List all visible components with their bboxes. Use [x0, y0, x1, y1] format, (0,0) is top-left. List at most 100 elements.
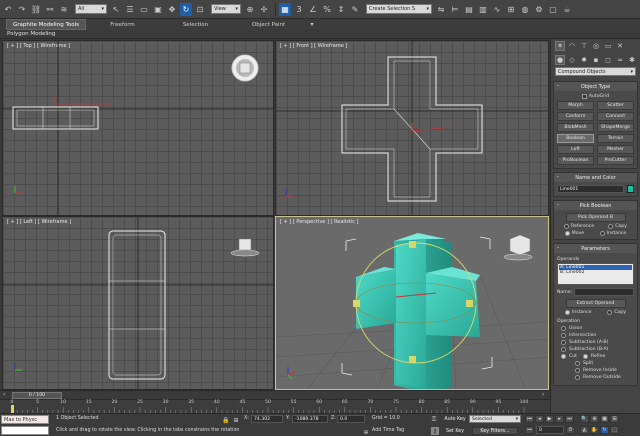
extract-instance-radio[interactable]: Instance: [564, 310, 591, 315]
extract-copy-radio[interactable]: Copy: [607, 310, 626, 315]
add-time-tag-icon[interactable]: ⊕: [362, 428, 370, 436]
time-slider[interactable]: ‹ 0 / 100 ›: [0, 390, 550, 399]
tab-freeform[interactable]: Freeform: [86, 19, 159, 30]
connect-button[interactable]: Connect: [597, 112, 634, 121]
cut-remove-inside-radio[interactable]: Remove Inside: [575, 368, 634, 373]
tab-selection[interactable]: Selection: [159, 19, 232, 30]
move-radio[interactable]: Move: [564, 231, 584, 236]
boolean-button[interactable]: Boolean: [557, 134, 594, 143]
helpers-icon[interactable]: ◻: [603, 55, 613, 65]
graphite-toggle-icon[interactable]: ▥: [477, 3, 489, 16]
object-name-input[interactable]: Line001: [557, 185, 624, 193]
set-key-icon[interactable]: ⚷: [431, 427, 439, 435]
previous-frame-icon[interactable]: ◂: [535, 415, 544, 423]
spinner-snap-icon[interactable]: ⇕: [335, 3, 347, 16]
viewport-perspective[interactable]: [ + ] [ Perspective ] [ Realistic ]: [275, 216, 549, 390]
pick-boolean-header[interactable]: - Pick Boolean: [554, 201, 637, 210]
proboolean-button[interactable]: ProBoolean: [557, 156, 594, 165]
loft-button[interactable]: Loft: [557, 145, 594, 154]
keyboard-shortcut-override-icon[interactable]: ▦: [279, 2, 291, 16]
operands-list[interactable]: A: Line001 B: Line002: [557, 263, 634, 285]
ribbon-polygon-modeling-label[interactable]: Polygon Modeling: [7, 31, 55, 37]
named-selection-set-select[interactable]: Create Selection S ▾: [366, 4, 432, 14]
material-editor-icon[interactable]: ◍: [519, 3, 531, 16]
set-key-button[interactable]: Set Key: [442, 427, 468, 435]
utilities-tab-icon[interactable]: ✕: [615, 41, 625, 51]
rendered-frame-window-icon[interactable]: ▢: [547, 3, 559, 16]
blobmesh-button[interactable]: BlobMesh: [557, 123, 594, 132]
z-coord-field[interactable]: 0.0: [337, 415, 365, 423]
maxscript-output-field[interactable]: [1, 426, 49, 435]
select-scale-icon[interactable]: ⊡: [194, 3, 206, 16]
unlink-icon[interactable]: ⚯: [44, 3, 56, 16]
select-rotate-icon[interactable]: ↻: [180, 2, 192, 16]
select-manipulate-icon[interactable]: ✢: [258, 3, 270, 16]
layer-manager-icon[interactable]: ▤: [463, 3, 475, 16]
ribbon-options-icon[interactable]: ▾: [305, 19, 319, 30]
y-coord-field[interactable]: -1089.378: [292, 415, 328, 423]
operation-subtraction-ba-radio[interactable]: Subtraction (B-A): [561, 347, 634, 352]
current-frame-field[interactable]: 0: [536, 426, 564, 434]
play-icon[interactable]: ▶: [545, 415, 554, 423]
key-selection-set-select[interactable]: Selected ▾: [469, 415, 521, 423]
go-to-start-icon[interactable]: ⏮: [525, 415, 534, 423]
angle-snap-icon[interactable]: ∠: [307, 3, 319, 16]
spacewarps-icon[interactable]: ≈: [615, 55, 625, 65]
key-mode-toggle-icon[interactable]: ⊶: [525, 426, 534, 434]
select-by-name-icon[interactable]: ☰: [124, 3, 136, 16]
lock-selection-icon[interactable]: 🔒: [222, 416, 230, 424]
mesher-button[interactable]: Mesher: [597, 145, 634, 154]
display-tab-icon[interactable]: ▭: [603, 41, 613, 51]
x-coord-field[interactable]: 74.302: [251, 415, 283, 423]
pick-operand-b-button[interactable]: Pick Operand B: [565, 213, 626, 222]
render-setup-icon[interactable]: ⚙: [533, 3, 545, 16]
field-of-view-icon[interactable]: ◭: [580, 426, 589, 434]
key-filters-button[interactable]: Key Filters...: [472, 427, 518, 435]
schematic-view-icon[interactable]: ⊞: [505, 3, 517, 16]
snaps-toggle-icon[interactable]: 3: [293, 3, 305, 16]
lights-icon[interactable]: ✸: [579, 55, 589, 65]
zoom-extents-icon[interactable]: ▣: [600, 415, 609, 423]
zoom-icon[interactable]: 🔍: [580, 415, 589, 423]
conform-button[interactable]: Conform: [557, 112, 594, 121]
tab-graphite-modeling-tools[interactable]: Graphite Modeling Tools: [6, 19, 86, 30]
procutter-button[interactable]: ProCutter: [597, 156, 634, 165]
time-configuration-icon[interactable]: ⏱: [566, 426, 575, 434]
instance-radio[interactable]: Instance: [599, 231, 626, 236]
add-time-tag[interactable]: Add Time Tag: [372, 428, 404, 433]
absolute-mode-icon[interactable]: ⊞: [232, 416, 240, 424]
select-object-icon[interactable]: ↖: [110, 3, 122, 16]
systems-icon[interactable]: ✱: [627, 55, 637, 65]
cameras-icon[interactable]: ▪: [591, 55, 601, 65]
mirror-icon[interactable]: ⇋: [435, 3, 447, 16]
cut-refine-radio[interactable]: Refine: [582, 354, 605, 359]
auto-key-button[interactable]: Auto Key: [442, 415, 468, 423]
viewport-left[interactable]: [ + ] [ Left ] [ Wireframe ]: [2, 216, 274, 390]
cut-split-radio[interactable]: Split: [575, 361, 634, 366]
operation-union-radio[interactable]: Union: [561, 326, 634, 331]
reference-coordinate-select[interactable]: View ▾: [211, 4, 241, 14]
go-to-end-icon[interactable]: ⏭: [565, 415, 574, 423]
time-slider-right-arrow-icon[interactable]: ›: [542, 391, 544, 398]
edit-named-selection-icon[interactable]: ✎: [349, 3, 361, 16]
pan-view-icon[interactable]: ✋: [590, 426, 599, 434]
modify-tab-icon[interactable]: ◠: [567, 41, 577, 51]
geometry-icon[interactable]: ●: [555, 55, 565, 65]
parameters-header[interactable]: - Parameters: [554, 244, 637, 253]
set-key-mode-icon[interactable]: ⚿: [430, 416, 438, 424]
track-bar[interactable]: 0 5 10 15 20 25 30 35 40 45 50 55 60 65 70 75 80 85 90 95 10…: [0, 399, 550, 414]
terrain-button[interactable]: Terrain: [597, 134, 634, 143]
object-type-header[interactable]: - Object Type: [554, 82, 637, 91]
viewport-front[interactable]: [ + ] [ Front ] [ Wireframe ]: [275, 40, 549, 216]
object-category-dropdown[interactable]: Compound Objects ▾: [555, 67, 636, 76]
render-production-icon[interactable]: ☕: [561, 3, 573, 16]
pivot-center-icon[interactable]: ⊕: [244, 3, 256, 16]
autogrid-checkbox[interactable]: AutoGrid: [557, 94, 634, 99]
object-color-swatch[interactable]: [627, 185, 634, 193]
operation-cut-radio[interactable]: Cut Refine: [561, 354, 634, 359]
curve-editor-icon[interactable]: ∿: [491, 3, 503, 16]
maxscript-listener-input[interactable]: Max to Physc: [1, 415, 49, 424]
scatter-button[interactable]: Scatter: [597, 101, 634, 110]
next-frame-icon[interactable]: ▸: [555, 415, 564, 423]
zoom-all-icon[interactable]: ⊕: [590, 415, 599, 423]
